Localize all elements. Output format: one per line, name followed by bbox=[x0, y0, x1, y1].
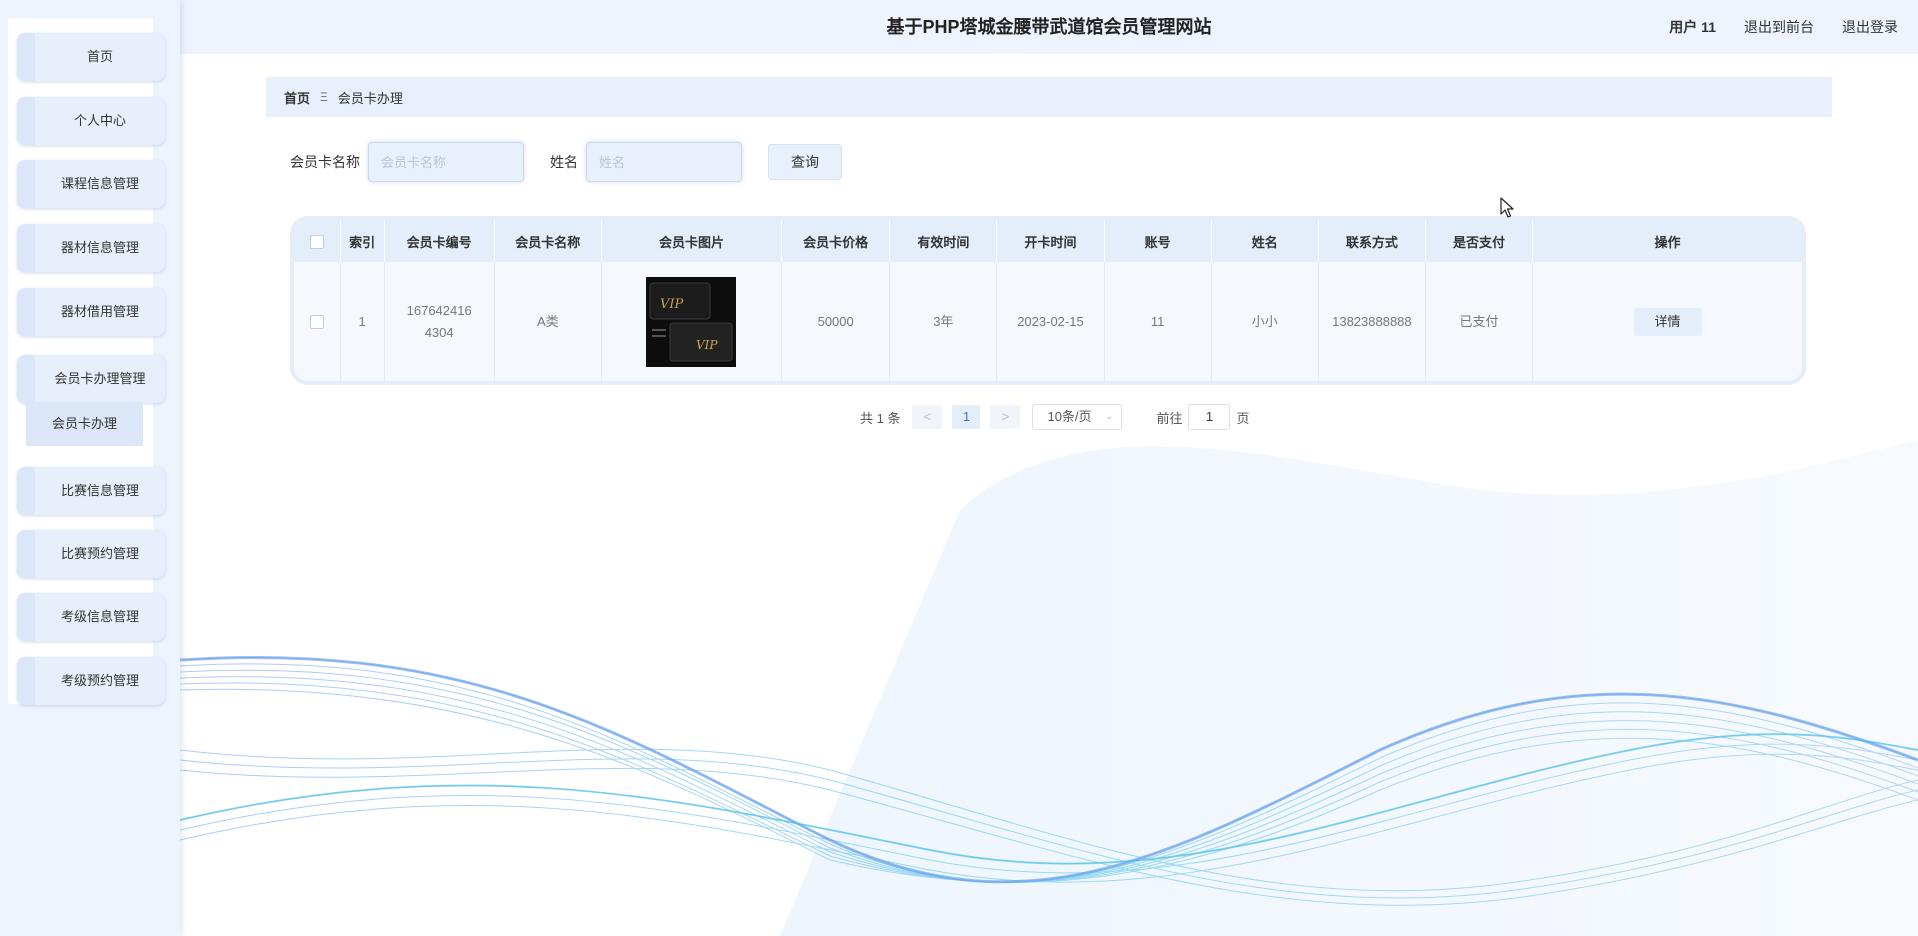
sidebar: 首页 个人中心 课程信息管理 器材信息管理 器材借用管理 会员卡办理管理 会员卡… bbox=[0, 0, 180, 936]
membership-card-image[interactable]: VIP VIP bbox=[646, 276, 737, 367]
sidebar-item-notch bbox=[17, 593, 35, 641]
mouse-cursor-icon bbox=[1500, 197, 1514, 218]
column-header: 姓名 bbox=[1211, 220, 1319, 262]
search-bar: 会员卡名称 姓名 查询 bbox=[290, 142, 842, 182]
sidebar-item-notch bbox=[17, 657, 35, 705]
sidebar-item-notch bbox=[17, 530, 35, 578]
sidebar-item-label: 比赛信息管理 bbox=[60, 483, 139, 498]
sidebar-item-notch bbox=[17, 97, 35, 145]
site-title: 基于PHP塔城金腰带武道馆会员管理网站 bbox=[886, 17, 1212, 37]
table-header-row: 索引 会员卡编号 会员卡名称 会员卡图片 会员卡价格 有效时间 开卡时间 账号 … bbox=[294, 220, 1802, 262]
cell-actions: 详情 bbox=[1532, 262, 1802, 381]
svg-text:VIP: VIP bbox=[696, 338, 718, 352]
sidebar-item-label: 会员卡办理管理 bbox=[54, 371, 146, 386]
sidebar-item-label: 课程信息管理 bbox=[60, 176, 139, 191]
header-actions: 用户 11 退出到前台 退出登录 bbox=[1669, 0, 1898, 54]
top-header: 基于PHP塔城金腰带武道馆会员管理网站 用户 11 退出到前台 退出登录 bbox=[180, 0, 1918, 54]
sidebar-item-notch bbox=[17, 288, 35, 336]
column-header: 是否支付 bbox=[1425, 220, 1534, 262]
cell-card-image: VIP VIP bbox=[601, 262, 783, 381]
detail-button[interactable]: 详情 bbox=[1633, 307, 1702, 336]
column-header: 会员卡编号 bbox=[384, 220, 495, 262]
cell-name: 小小 bbox=[1211, 262, 1319, 381]
cell-paid-status: 已支付 bbox=[1425, 262, 1534, 381]
page-number-1[interactable]: 1 bbox=[952, 405, 981, 429]
sidebar-subitem-membership-card-apply[interactable]: 会员卡办理 bbox=[26, 402, 143, 446]
column-header: 会员卡图片 bbox=[601, 220, 783, 262]
column-header: 账号 bbox=[1104, 220, 1212, 262]
sidebar-item-label: 考级信息管理 bbox=[60, 609, 139, 624]
sidebar-item-grading-booking[interactable]: 考级预约管理 bbox=[17, 657, 165, 705]
column-header: 会员卡价格 bbox=[781, 220, 891, 262]
sidebar-item-membership-card[interactable]: 会员卡办理管理 bbox=[17, 355, 165, 403]
page-size-select[interactable]: 10条/页 ⌄ bbox=[1032, 404, 1123, 430]
current-user: 用户 11 bbox=[1669, 19, 1716, 35]
goto-page-input[interactable]: 1 bbox=[1188, 404, 1231, 430]
cell-card-name: A类 bbox=[494, 262, 602, 381]
sidebar-item-label: 个人中心 bbox=[73, 113, 126, 128]
card-name-label: 会员卡名称 bbox=[290, 154, 360, 170]
sidebar-item-equipment-borrow[interactable]: 器材借用管理 bbox=[17, 288, 165, 336]
sidebar-item-label: 考级预约管理 bbox=[60, 673, 139, 688]
sidebar-item-competition-booking[interactable]: 比赛预约管理 bbox=[17, 530, 165, 578]
next-page-button[interactable]: > bbox=[990, 405, 1021, 429]
table-row: 1 1676424164304 A类 VIP VIP 50000 3年 2023… bbox=[294, 262, 1802, 381]
page-size-value: 10条/页 bbox=[1047, 409, 1092, 424]
sidebar-item-label: 器材借用管理 bbox=[60, 304, 139, 319]
name-input[interactable] bbox=[586, 142, 742, 182]
breadcrumb-separator-icon: Ξ bbox=[320, 90, 328, 104]
column-header: 有效时间 bbox=[889, 220, 998, 262]
pagination: 共 1 条 < 1 > 10条/页 ⌄ 前往 1 页 bbox=[860, 404, 1250, 430]
name-label: 姓名 bbox=[550, 154, 578, 170]
query-button[interactable]: 查询 bbox=[768, 144, 842, 180]
column-header: 开卡时间 bbox=[996, 220, 1105, 262]
column-header: 联系方式 bbox=[1318, 220, 1426, 262]
logout-link[interactable]: 退出登录 bbox=[1842, 17, 1898, 37]
cell-phone: 13823888888 bbox=[1318, 262, 1426, 381]
row-checkbox[interactable] bbox=[309, 315, 324, 330]
goto-prefix: 前往 bbox=[1156, 410, 1183, 426]
column-header: 操作 bbox=[1532, 220, 1802, 262]
sidebar-item-notch bbox=[17, 224, 35, 272]
chevron-down-icon: ⌄ bbox=[1105, 411, 1114, 422]
select-all-checkbox[interactable] bbox=[309, 234, 324, 249]
row-select-cell bbox=[294, 262, 341, 381]
sidebar-item-notch bbox=[17, 355, 35, 403]
column-header: 会员卡名称 bbox=[494, 220, 602, 262]
sidebar-item-equipment-info[interactable]: 器材信息管理 bbox=[17, 224, 165, 272]
breadcrumb-current: 会员卡办理 bbox=[337, 90, 403, 106]
sidebar-item-label: 首页 bbox=[86, 49, 113, 64]
cell-valid-time: 3年 bbox=[889, 262, 998, 381]
sidebar-item-notch bbox=[17, 160, 35, 208]
cell-open-date: 2023-02-15 bbox=[996, 262, 1105, 381]
breadcrumb: 首页 Ξ 会员卡办理 bbox=[266, 77, 1832, 117]
sidebar-item-grading-info[interactable]: 考级信息管理 bbox=[17, 593, 165, 641]
breadcrumb-home[interactable]: 首页 bbox=[284, 88, 310, 107]
card-name-input[interactable] bbox=[368, 142, 524, 182]
goto-page: 前往 1 页 bbox=[1156, 404, 1250, 430]
membership-card-table: 索引 会员卡编号 会员卡名称 会员卡图片 会员卡价格 有效时间 开卡时间 账号 … bbox=[290, 216, 1806, 385]
prev-page-button[interactable]: < bbox=[912, 405, 943, 429]
sidebar-item-personal-center[interactable]: 个人中心 bbox=[17, 97, 165, 145]
sidebar-item-competition-info[interactable]: 比赛信息管理 bbox=[17, 467, 165, 515]
cell-card-no: 1676424164304 bbox=[384, 262, 495, 381]
sidebar-item-notch bbox=[17, 467, 35, 515]
sidebar-item-course-info[interactable]: 课程信息管理 bbox=[17, 160, 165, 208]
sidebar-item-notch bbox=[17, 33, 35, 81]
pagination-total: 共 1 条 bbox=[860, 410, 901, 426]
svg-text:VIP: VIP bbox=[660, 297, 684, 312]
sidebar-item-home[interactable]: 首页 bbox=[17, 33, 165, 81]
column-header: 索引 bbox=[340, 220, 385, 262]
goto-suffix: 页 bbox=[1236, 410, 1250, 426]
cell-account: 11 bbox=[1104, 262, 1212, 381]
back-to-frontend-link[interactable]: 退出到前台 bbox=[1744, 17, 1814, 37]
background-waves bbox=[180, 440, 1918, 936]
cell-index: 1 bbox=[340, 262, 385, 381]
select-all-cell bbox=[294, 220, 341, 262]
sidebar-item-label: 器材信息管理 bbox=[60, 240, 139, 255]
cell-card-price: 50000 bbox=[781, 262, 891, 381]
sidebar-item-label: 比赛预约管理 bbox=[60, 546, 139, 561]
